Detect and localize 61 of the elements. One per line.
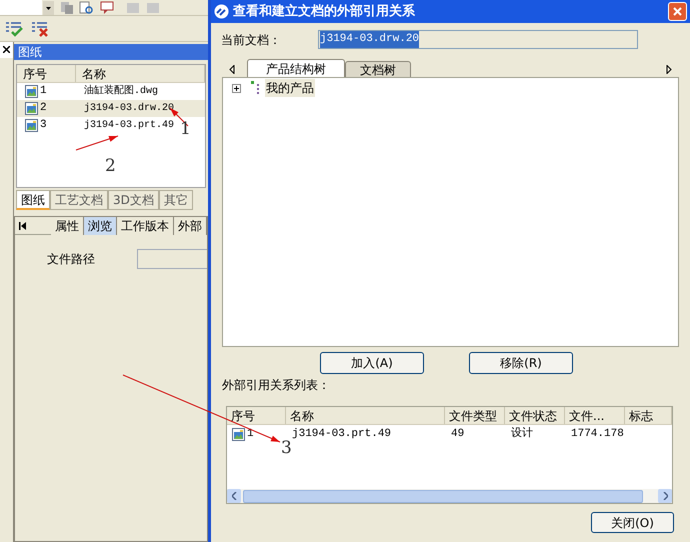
list-label: 外部引用关系列表： [221,377,331,394]
scrollbar-thumb[interactable] [243,490,643,502]
table-cell-text: 1774.178 [571,426,624,442]
tab[interactable]: 其它 [158,190,193,210]
close-button[interactable]: 关闭(O) [591,512,674,533]
zoom-icon[interactable] [79,0,95,14]
column-header[interactable]: 名称 [286,407,445,424]
file-icon [25,85,38,98]
expand-icon[interactable] [232,84,241,92]
panel-title: 图纸 [14,44,208,60]
comment-icon[interactable] [100,0,114,14]
horizontal-scrollbar[interactable] [227,489,672,503]
close-icon[interactable] [0,42,13,58]
file-name: j3194-03.drw.20 [84,102,174,116]
file-icon [25,119,38,132]
tab[interactable]: 文档树 [345,61,411,77]
path-field[interactable] [137,249,207,269]
column-header[interactable]: 标志 [625,407,672,424]
tab[interactable]: 工作版本 [117,216,174,234]
tab[interactable]: 工艺文档 [50,190,108,210]
row-number: 3 [40,118,47,134]
scroll-right-icon[interactable] [666,65,672,74]
table-cell-text: 设计 [511,426,533,442]
row-number: 2 [40,101,47,116]
close-button[interactable] [668,2,687,21]
file-icon [232,428,245,440]
window-title: 查看和建立文档的外部引用关系 [233,2,416,21]
table-cell-text: j3194-03.prt.49 [292,426,392,442]
field-label: 当前文档： [221,32,282,48]
scroll-left-icon[interactable] [229,65,235,74]
tab[interactable]: 3D文档 [108,190,159,210]
column-header[interactable]: 名称 [76,65,205,82]
action-button[interactable]: 加入(A) [320,352,424,374]
current-document-field[interactable]: j3194-03.drw.20 [318,30,638,49]
annotation-number: 2 [105,158,116,175]
check-list-icon[interactable] [5,20,23,36]
delete-list-icon[interactable] [31,20,49,36]
row-number: 1 [40,84,47,100]
action-button[interactable]: 移除(R) [469,352,573,374]
column-header[interactable]: 文件... [565,407,625,424]
selected-text: j3194-03.drw.20 [320,31,420,48]
file-name: 油缸装配图.dwg [84,84,158,99]
tab[interactable]: 产品结构树 [247,59,345,77]
annotation-arrow [76,136,118,150]
tree-item[interactable]: 我的产品 [265,79,315,97]
column-header[interactable]: 序号 [227,407,286,424]
close-icon [673,7,682,16]
tab[interactable]: 属性 [51,216,84,234]
column-header[interactable]: 文件状态 [505,407,565,424]
file-name: j3194-03.prt.49 [84,118,174,133]
annotation-number: 3 [281,440,292,457]
table-cell-text: 49 [451,426,464,442]
field-label: 文件路径 [46,251,96,268]
list-row[interactable]: 2 j3194-03.drw.20 [17,100,205,117]
file-icon [25,102,38,115]
product-icon [251,81,261,95]
tab[interactable]: 外部 [174,216,207,234]
column-header[interactable]: 文件类型 [445,407,505,424]
column-header[interactable]: 序号 [17,65,76,82]
tab[interactable]: 图纸 [16,190,50,210]
tab[interactable]: 浏览 [84,216,117,234]
